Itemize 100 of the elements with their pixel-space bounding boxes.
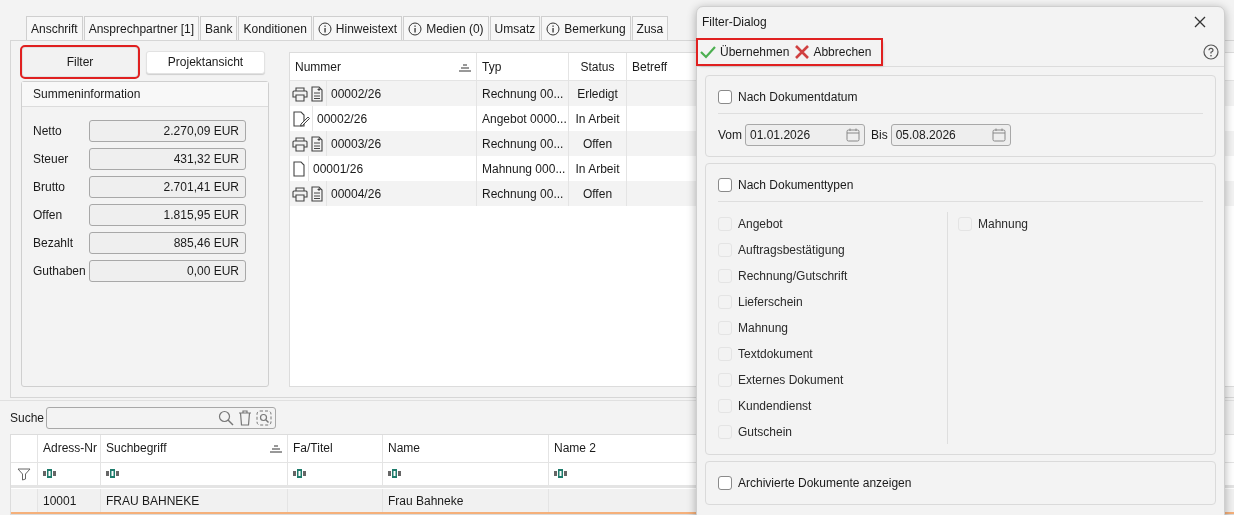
printer-icon (292, 135, 308, 152)
document-icon (310, 135, 324, 152)
filter-button[interactable]: Filter (22, 47, 138, 77)
info-icon (408, 21, 423, 36)
amount-field: 2.701,41 EUR (89, 176, 246, 198)
checkbox-label: Archivierte Dokumente anzeigen (738, 476, 912, 490)
checkbox-label: Mahnung (978, 217, 1029, 231)
amount-field: 0,00 EUR (89, 260, 246, 282)
trash-icon[interactable] (238, 409, 253, 426)
tab[interactable]: Ansprechpartner [1] (83, 16, 200, 40)
text-filter-icon[interactable] (388, 469, 402, 479)
table-cell: FRAU BAHNEKE (106, 493, 200, 508)
field-label: Brutto (33, 180, 66, 194)
checkbox-label: Textdokument (738, 347, 813, 361)
checkbox[interactable] (718, 90, 732, 104)
calendar-icon[interactable] (991, 128, 1006, 142)
table-cell: Angebot 0000... (482, 111, 567, 126)
column-header[interactable]: Betreff (632, 59, 668, 74)
document-icon (292, 160, 306, 177)
field-label: Guthaben (33, 264, 87, 278)
cancel-button[interactable]: Abbrechen (795, 44, 872, 59)
table-cell: Rechnung 00... (482, 136, 564, 151)
table-cell-text: 00004/26 (330, 186, 382, 201)
field-label: Offen (33, 208, 64, 222)
cross-icon (795, 44, 810, 59)
column-header[interactable]: Suchbegriff (106, 441, 167, 456)
scan-search-icon[interactable] (256, 409, 273, 426)
date-field[interactable]: 05.08.2026 (890, 124, 1011, 146)
calendar-icon[interactable] (846, 128, 860, 142)
table-cell-text: 00003/26 (330, 136, 382, 151)
amount-field: 1.815,95 EUR (89, 204, 246, 226)
edit-document-icon (292, 110, 310, 127)
document-icon (310, 85, 324, 102)
column-header[interactable]: Nummer (295, 59, 341, 74)
tab[interactable]: Medien (0) (403, 16, 489, 40)
search-icon[interactable] (218, 409, 235, 426)
text-filter-icon[interactable] (43, 469, 57, 479)
text-filter-icon[interactable] (293, 469, 307, 479)
column-header[interactable]: Name (388, 441, 420, 456)
table-cell-text: 00002/26 (330, 86, 382, 101)
column-header[interactable]: Name 2 (554, 441, 597, 456)
filter-icon[interactable] (17, 466, 31, 481)
tab[interactable]: Konditionen (238, 16, 312, 40)
checkbox-label: Gutschein (738, 425, 793, 439)
column-header[interactable]: Fa/Titel (293, 441, 333, 456)
amount-field: 2.270,09 EUR (89, 120, 246, 142)
table-cell-text: 00001/26 (312, 161, 364, 176)
apply-button[interactable]: Übernehmen (700, 44, 790, 59)
text-filter-icon[interactable] (106, 469, 120, 479)
checkbox-label: Mahnung (738, 321, 789, 335)
info-icon (317, 21, 332, 36)
column-header[interactable]: Typ (482, 59, 502, 74)
table-cell: Offen (582, 136, 613, 151)
tab[interactable]: Zusa (631, 16, 669, 40)
text-filter-icon[interactable] (554, 469, 568, 479)
field-label: Vom (718, 128, 742, 142)
view-button[interactable]: Projektansicht (146, 50, 265, 74)
checkbox-label: Rechnung/Gutschrift (738, 269, 848, 283)
dialog-title: Filter-Dialog (702, 15, 767, 29)
field-label: Bezahlt (33, 236, 75, 250)
tab[interactable]: Bank (200, 16, 238, 40)
date-field[interactable]: 01.01.2026 (745, 124, 865, 146)
document-icon (310, 185, 324, 202)
field-label: Steuer (33, 152, 70, 166)
panel-title: Summeninformation (33, 87, 141, 101)
table-cell: Frau Bahneke (388, 493, 464, 508)
field-label: Netto (33, 124, 63, 138)
table-cell: Offen (582, 186, 613, 201)
checkbox-label: Nach Dokumentdatum (738, 90, 858, 104)
checkbox-label: Auftragsbestätigung (738, 243, 845, 257)
check-icon (700, 44, 716, 59)
tab[interactable]: Anschrift (26, 16, 83, 40)
amount-field: 885,46 EUR (89, 232, 246, 254)
sort-icon (270, 443, 282, 454)
table-cell: Rechnung 00... (482, 186, 564, 201)
table-cell: In Arbeit (575, 161, 620, 176)
table-cell: Rechnung 00... (482, 86, 564, 101)
checkbox-label: Kundendienst (738, 399, 812, 413)
checkbox-label: Lieferschein (738, 295, 803, 309)
checkbox-label: Externes Dokument (738, 373, 844, 387)
sort-icon (459, 61, 471, 72)
column-header[interactable]: Adress-Nr (43, 441, 97, 456)
checkbox[interactable] (718, 178, 732, 192)
printer-icon (292, 185, 308, 202)
table-cell: Erledigt (577, 86, 618, 101)
checkbox[interactable] (718, 476, 732, 490)
amount-field: 431,32 EUR (89, 148, 246, 170)
tab[interactable]: Umsatz (489, 16, 541, 40)
table-cell-text: 00002/26 (316, 111, 368, 126)
table-cell: In Arbeit (575, 111, 620, 126)
search-label: Suche (10, 410, 45, 425)
info-icon (546, 21, 561, 36)
table-cell: 10001 (43, 493, 77, 508)
search-field[interactable] (46, 406, 277, 429)
close-button[interactable] (1194, 16, 1206, 28)
tab[interactable]: Bemerkung (541, 16, 631, 40)
checkbox-label: Nach Dokumenttypen (738, 178, 854, 192)
help-icon[interactable] (1203, 43, 1219, 60)
column-header[interactable]: Status (580, 59, 615, 74)
tab[interactable]: Hinweistext (312, 16, 403, 40)
